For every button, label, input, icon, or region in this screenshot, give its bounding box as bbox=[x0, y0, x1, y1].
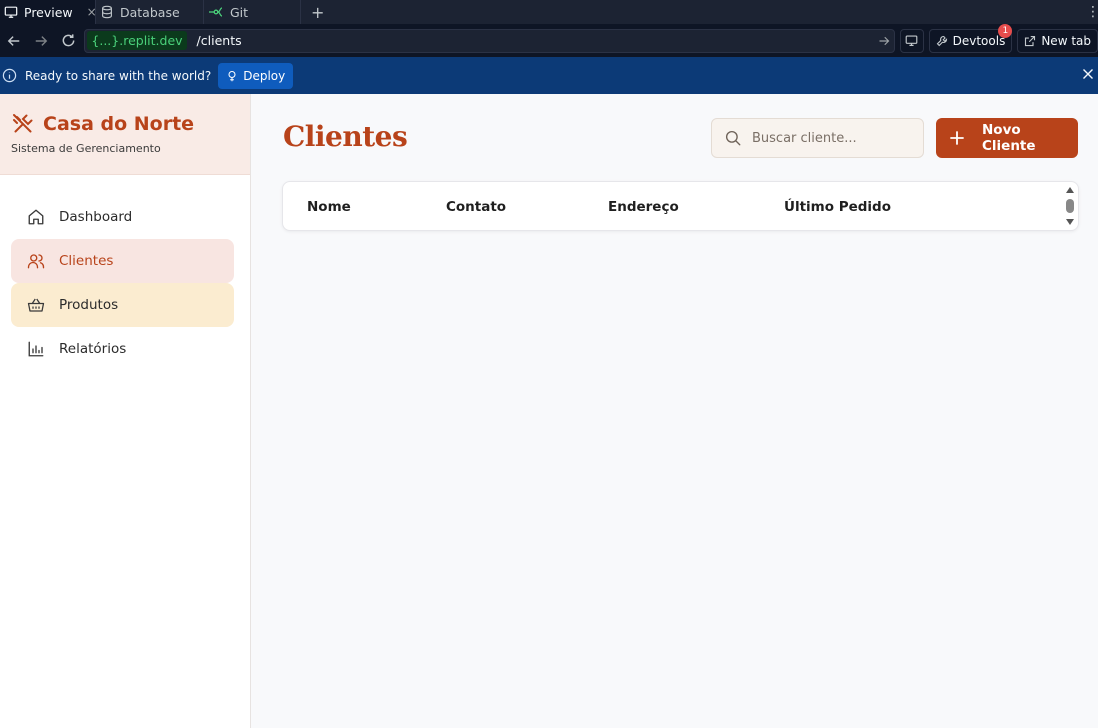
basket-icon bbox=[27, 296, 45, 314]
wrench-icon bbox=[936, 35, 948, 47]
new-client-button[interactable]: Novo Cliente bbox=[936, 118, 1078, 158]
banner-message: Ready to share with the world? bbox=[25, 68, 212, 83]
sidebar-item-label: Produtos bbox=[59, 297, 119, 313]
devtools-label: Devtools bbox=[952, 33, 1006, 48]
deploy-icon bbox=[226, 70, 238, 82]
main-nav: Dashboard Clientes Produtos Relatórios bbox=[0, 175, 250, 371]
notification-badge: 1 bbox=[998, 23, 1013, 38]
new-tab-button[interactable]: New tab bbox=[1017, 28, 1098, 53]
deploy-banner: Ready to share with the world? Deploy bbox=[0, 57, 1098, 94]
plus-icon bbox=[950, 131, 964, 145]
page-title: Clientes bbox=[283, 120, 408, 153]
column-header-endereco[interactable]: Endereço bbox=[608, 199, 679, 215]
brand-header: Casa do Norte Sistema de Gerenciamento bbox=[0, 94, 250, 175]
sidebar-item-relatorios[interactable]: Relatórios bbox=[11, 327, 234, 371]
tab-database[interactable]: Database bbox=[96, 0, 204, 24]
url-bar: {...}.replit.dev /clients Devtools 1 New… bbox=[0, 23, 1098, 57]
close-banner-icon[interactable] bbox=[1082, 68, 1094, 80]
external-link-icon bbox=[1024, 35, 1036, 47]
ide-tab-bar: Preview × Database Git + ⋮ bbox=[0, 0, 1098, 24]
deploy-label: Deploy bbox=[243, 68, 286, 83]
more-options-icon[interactable]: ⋮ bbox=[1086, 0, 1098, 24]
tab-label: Preview bbox=[24, 4, 73, 20]
address-field[interactable]: {...}.replit.dev /clients bbox=[84, 28, 896, 53]
sidebar-item-label: Relatórios bbox=[59, 341, 127, 357]
new-client-label: Novo Cliente bbox=[982, 122, 1036, 154]
home-icon bbox=[27, 208, 45, 226]
column-header-nome[interactable]: Nome bbox=[307, 199, 351, 215]
sidebar-item-produtos[interactable]: Produtos bbox=[11, 283, 234, 327]
back-button[interactable] bbox=[0, 27, 27, 55]
tab-label: Git bbox=[230, 4, 249, 20]
reload-button[interactable] bbox=[55, 27, 82, 55]
search-input[interactable] bbox=[752, 130, 912, 146]
users-icon bbox=[27, 252, 45, 270]
forward-button[interactable] bbox=[27, 27, 54, 55]
brand-name: Casa do Norte bbox=[43, 113, 195, 135]
devtools-button[interactable]: Devtools 1 bbox=[928, 23, 1013, 53]
tab-preview[interactable]: Preview × bbox=[0, 0, 97, 24]
database-icon bbox=[100, 5, 114, 19]
column-header-ultimo-pedido[interactable]: Último Pedido bbox=[784, 199, 891, 215]
new-tab-label: New tab bbox=[1041, 33, 1091, 48]
tab-git[interactable]: Git bbox=[204, 0, 301, 24]
info-icon bbox=[2, 68, 17, 83]
tab-label: Database bbox=[120, 4, 180, 20]
add-tab-button[interactable]: + bbox=[301, 0, 334, 24]
sidebar: Casa do Norte Sistema de Gerenciamento D… bbox=[0, 94, 251, 728]
search-icon bbox=[724, 129, 742, 147]
sidebar-item-label: Dashboard bbox=[59, 209, 133, 225]
bar-chart-icon bbox=[27, 340, 45, 358]
monitor-icon bbox=[905, 35, 918, 46]
monitor-icon bbox=[4, 5, 18, 19]
git-branch-icon bbox=[208, 5, 224, 19]
screen-size-button[interactable] bbox=[900, 28, 924, 53]
sidebar-item-clientes[interactable]: Clientes bbox=[11, 239, 234, 283]
deploy-button[interactable]: Deploy bbox=[218, 62, 294, 89]
search-box[interactable] bbox=[711, 118, 924, 158]
column-header-contato[interactable]: Contato bbox=[446, 199, 506, 215]
sidebar-item-label: Clientes bbox=[59, 253, 114, 269]
utensils-crossed-icon bbox=[11, 112, 35, 136]
table-scrollbar[interactable] bbox=[1064, 185, 1076, 227]
main-content: Clientes Novo Cliente Nome Contato Ender… bbox=[251, 94, 1098, 728]
arrow-right-icon[interactable] bbox=[878, 35, 890, 47]
url-domain: {...}.replit.dev bbox=[87, 31, 187, 50]
clients-table: Nome Contato Endereço Último Pedido bbox=[282, 181, 1079, 231]
url-path: /clients bbox=[196, 33, 242, 48]
sidebar-item-dashboard[interactable]: Dashboard bbox=[11, 195, 234, 239]
brand-subtitle: Sistema de Gerenciamento bbox=[11, 142, 161, 155]
